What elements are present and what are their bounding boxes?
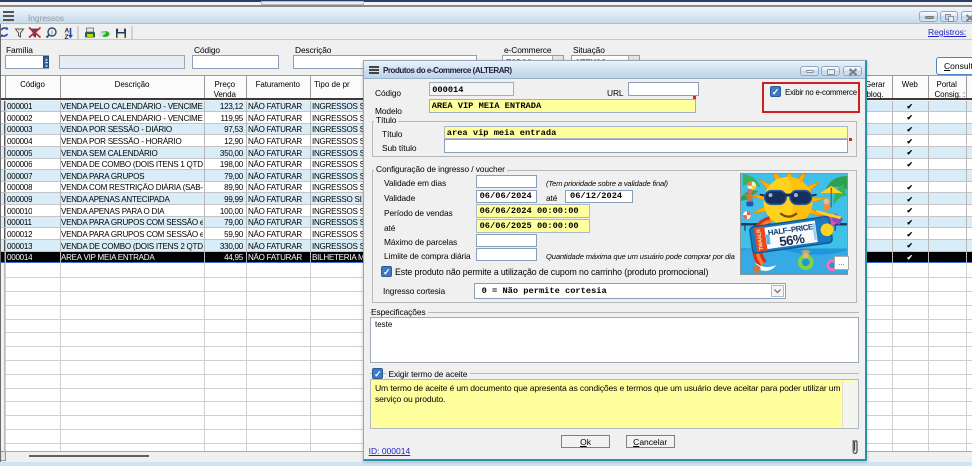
svg-text:i: i bbox=[51, 29, 52, 36]
svg-text:Z: Z bbox=[65, 34, 69, 40]
